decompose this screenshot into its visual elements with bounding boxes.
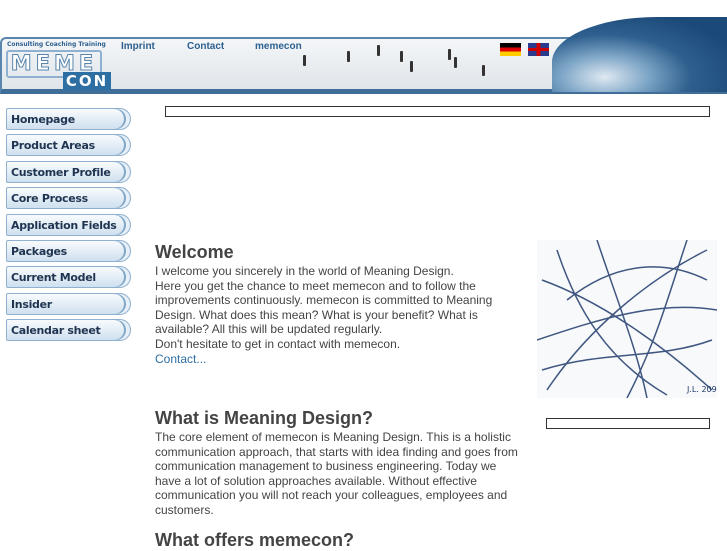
contact-link[interactable]: Contact — [187, 41, 224, 52]
person-figure — [482, 65, 485, 76]
welcome-text: I welcome you sincerely in the world of … — [155, 264, 525, 366]
logo-tagline: Consulting Coaching Training — [7, 41, 106, 48]
german-flag-icon[interactable] — [500, 43, 521, 56]
logo-con: CON — [63, 72, 111, 90]
welcome-line: Don't hesitate to get in contact with me… — [155, 336, 401, 351]
nav-customer-profile[interactable]: Customer Profile — [6, 160, 131, 183]
contact-link-inline[interactable]: Contact... — [155, 352, 206, 366]
nav-insider[interactable]: Insider — [6, 292, 131, 315]
nav-application-fields[interactable]: Application Fields — [6, 213, 131, 236]
nav-core-process[interactable]: Core Process — [6, 187, 131, 210]
welcome-line: I welcome you sincerely in the world of … — [155, 264, 454, 278]
person-figure — [347, 51, 350, 62]
sidebar-nav: Homepage Product Areas Customer Profile … — [6, 108, 131, 346]
person-figure — [377, 45, 380, 56]
person-figure — [448, 49, 451, 60]
empty-frame — [546, 418, 710, 429]
empty-frame — [165, 106, 710, 117]
meaning-heading: What is Meaning Design? — [155, 408, 374, 428]
nav-homepage[interactable]: Homepage — [6, 108, 131, 130]
nav-current-model[interactable]: Current Model — [6, 266, 131, 289]
person-figure — [410, 61, 413, 72]
nav-packages[interactable]: Packages — [6, 239, 131, 262]
welcome-line: Here you get the chance to meet memecon … — [155, 278, 493, 337]
wave-image — [552, 17, 727, 92]
nav-product-areas[interactable]: Product Areas — [6, 134, 131, 157]
imprint-link[interactable]: Imprint — [121, 41, 155, 52]
person-figure — [303, 55, 306, 66]
meaning-text: The core element of memecon is Meaning D… — [155, 430, 518, 517]
person-figure — [454, 57, 457, 68]
person-figure — [400, 51, 403, 62]
welcome-heading: Welcome — [155, 242, 234, 262]
sketch-image: J.L. 209 — [536, 239, 718, 399]
offers-heading: What offers memecon? — [155, 530, 355, 550]
memecon-link[interactable]: memecon — [255, 41, 302, 52]
uk-flag-icon[interactable] — [528, 43, 549, 56]
sketch-signature: J.L. 209 — [686, 385, 717, 394]
header-banner: Consulting Coaching Training MEME CON Im… — [0, 17, 727, 94]
sketch-drawing: J.L. 209 — [536, 239, 718, 399]
nav-calendar-sheet[interactable]: Calendar sheet — [6, 319, 131, 342]
